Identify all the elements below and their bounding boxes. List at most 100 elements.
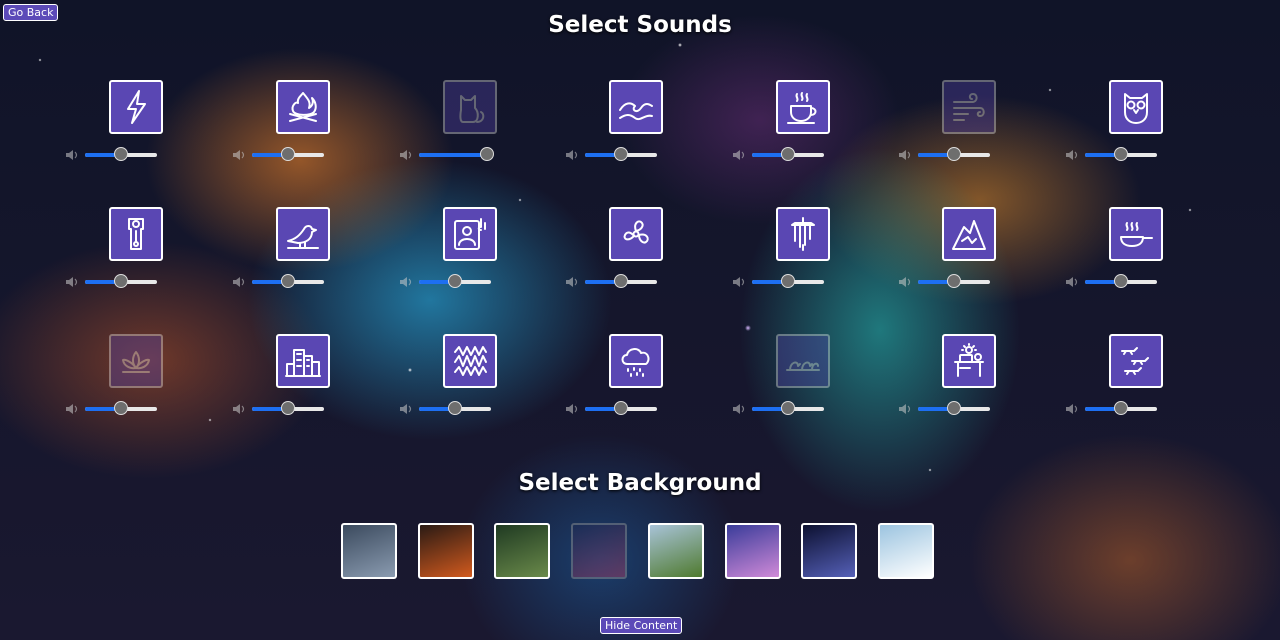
sound-toggle-button[interactable] xyxy=(1109,334,1163,388)
waves-icon xyxy=(619,102,653,121)
sound-toggle-button[interactable] xyxy=(443,80,497,134)
sound-toggle-button[interactable] xyxy=(609,334,663,388)
volume-slider-fill xyxy=(419,153,488,157)
volume-slider-thumb[interactable] xyxy=(114,401,128,415)
volume-slider[interactable] xyxy=(918,274,990,288)
rain-cloud-icon xyxy=(621,348,650,377)
coral-reef-thumbnail[interactable] xyxy=(724,523,781,579)
sound-item-birds-on-wire xyxy=(733,334,859,434)
volume-slider[interactable] xyxy=(1085,274,1157,288)
sound-toggle-button[interactable] xyxy=(443,207,497,261)
volume-slider[interactable] xyxy=(752,147,824,161)
volume-slider-thumb[interactable] xyxy=(781,401,795,415)
volume-slider[interactable] xyxy=(85,147,157,161)
lightning-icon xyxy=(127,90,146,124)
volume-icon xyxy=(233,277,245,287)
volume-slider[interactable] xyxy=(419,147,495,161)
storm-thumbnail[interactable] xyxy=(341,523,397,579)
volume-icon xyxy=(566,150,578,160)
volume-slider[interactable] xyxy=(419,401,491,415)
hide-content-button[interactable]: Hide Content xyxy=(600,617,683,634)
volume-slider-thumb[interactable] xyxy=(281,401,295,415)
sound-toggle-button[interactable] xyxy=(942,334,996,388)
volume-slider[interactable] xyxy=(252,274,324,288)
volume-slider-thumb[interactable] xyxy=(448,401,462,415)
volume-slider[interactable] xyxy=(585,401,657,415)
sound-toggle-button[interactable] xyxy=(942,207,996,261)
volume-icon xyxy=(566,277,578,287)
forest-thumbnail[interactable] xyxy=(494,523,551,579)
sound-toggle-button[interactable] xyxy=(276,207,330,261)
volume-slider[interactable] xyxy=(419,274,491,288)
volume-slider[interactable] xyxy=(918,401,990,415)
volume-slider[interactable] xyxy=(585,274,657,288)
volume-slider[interactable] xyxy=(252,401,324,415)
volume-slider-thumb[interactable] xyxy=(947,274,961,288)
volume-icon xyxy=(1066,277,1078,287)
volume-slider[interactable] xyxy=(252,147,324,161)
sound-toggle-button[interactable] xyxy=(1109,80,1163,134)
volume-slider-thumb[interactable] xyxy=(781,274,795,288)
volume-slider[interactable] xyxy=(752,401,824,415)
mountains-thumbnail[interactable] xyxy=(877,523,934,579)
sound-toggle-button[interactable] xyxy=(609,80,663,134)
sound-toggle-button[interactable] xyxy=(776,334,830,388)
volume-slider-thumb[interactable] xyxy=(947,147,961,161)
coffee-cup-icon xyxy=(787,92,817,124)
birds-on-wire-icon xyxy=(786,361,820,371)
sound-item-rain-cloud xyxy=(566,334,692,434)
volume-slider[interactable] xyxy=(752,274,824,288)
volume-icon xyxy=(733,277,745,287)
volume-slider-thumb[interactable] xyxy=(781,147,795,161)
volume-slider-thumb[interactable] xyxy=(448,274,462,288)
sound-toggle-button[interactable] xyxy=(109,334,163,388)
sound-item-owl xyxy=(1066,80,1192,180)
volume-slider-thumb[interactable] xyxy=(1114,147,1128,161)
sound-item-cat xyxy=(400,80,526,180)
volume-slider-thumb[interactable] xyxy=(480,147,495,161)
singing-person-icon xyxy=(454,218,486,250)
volume-slider-thumb[interactable] xyxy=(614,147,628,161)
volume-slider[interactable] xyxy=(918,147,990,161)
wind-chimes-icon xyxy=(791,217,815,251)
volume-slider-thumb[interactable] xyxy=(1114,401,1128,415)
sound-toggle-button[interactable] xyxy=(1109,207,1163,261)
volume-slider-thumb[interactable] xyxy=(1114,274,1128,288)
sound-toggle-button[interactable] xyxy=(276,334,330,388)
volume-slider[interactable] xyxy=(85,401,157,415)
volume-slider-thumb[interactable] xyxy=(114,147,128,161)
sound-item-lightning xyxy=(66,80,192,180)
volume-slider-thumb[interactable] xyxy=(947,401,961,415)
volume-icon xyxy=(1066,404,1078,414)
volume-slider[interactable] xyxy=(1085,147,1157,161)
night-sky-thumbnail[interactable] xyxy=(801,523,858,579)
sound-item-airplanes xyxy=(1066,334,1192,434)
lava-thumbnail[interactable] xyxy=(417,523,474,579)
sound-toggle-button[interactable] xyxy=(276,80,330,134)
sound-item-landslide xyxy=(899,207,1025,307)
volume-slider-thumb[interactable] xyxy=(614,274,628,288)
volume-slider[interactable] xyxy=(85,274,157,288)
sound-item-coffee-cup xyxy=(733,80,859,180)
volume-slider-thumb[interactable] xyxy=(114,274,128,288)
volume-slider-thumb[interactable] xyxy=(281,274,295,288)
sound-toggle-button[interactable] xyxy=(443,334,497,388)
grandfather-clock-icon xyxy=(128,218,144,250)
sound-toggle-button[interactable] xyxy=(942,80,996,134)
volume-slider[interactable] xyxy=(1085,401,1157,415)
volume-icon xyxy=(66,150,78,160)
sound-toggle-button[interactable] xyxy=(109,80,163,134)
select-background-title: Select Background xyxy=(518,470,762,496)
volume-slider[interactable] xyxy=(585,147,657,161)
volume-icon xyxy=(400,150,412,160)
meadow-thumbnail[interactable] xyxy=(647,523,704,579)
sound-toggle-button[interactable] xyxy=(776,207,830,261)
sound-toggle-button[interactable] xyxy=(109,207,163,261)
sound-item-lotus xyxy=(66,334,192,434)
volume-slider-thumb[interactable] xyxy=(614,401,628,415)
sound-toggle-button[interactable] xyxy=(609,207,663,261)
nebula-thumbnail[interactable] xyxy=(571,523,628,579)
volume-slider-thumb[interactable] xyxy=(281,147,295,161)
sound-toggle-button[interactable] xyxy=(776,80,830,134)
sound-item-wind-chimes xyxy=(733,207,859,307)
